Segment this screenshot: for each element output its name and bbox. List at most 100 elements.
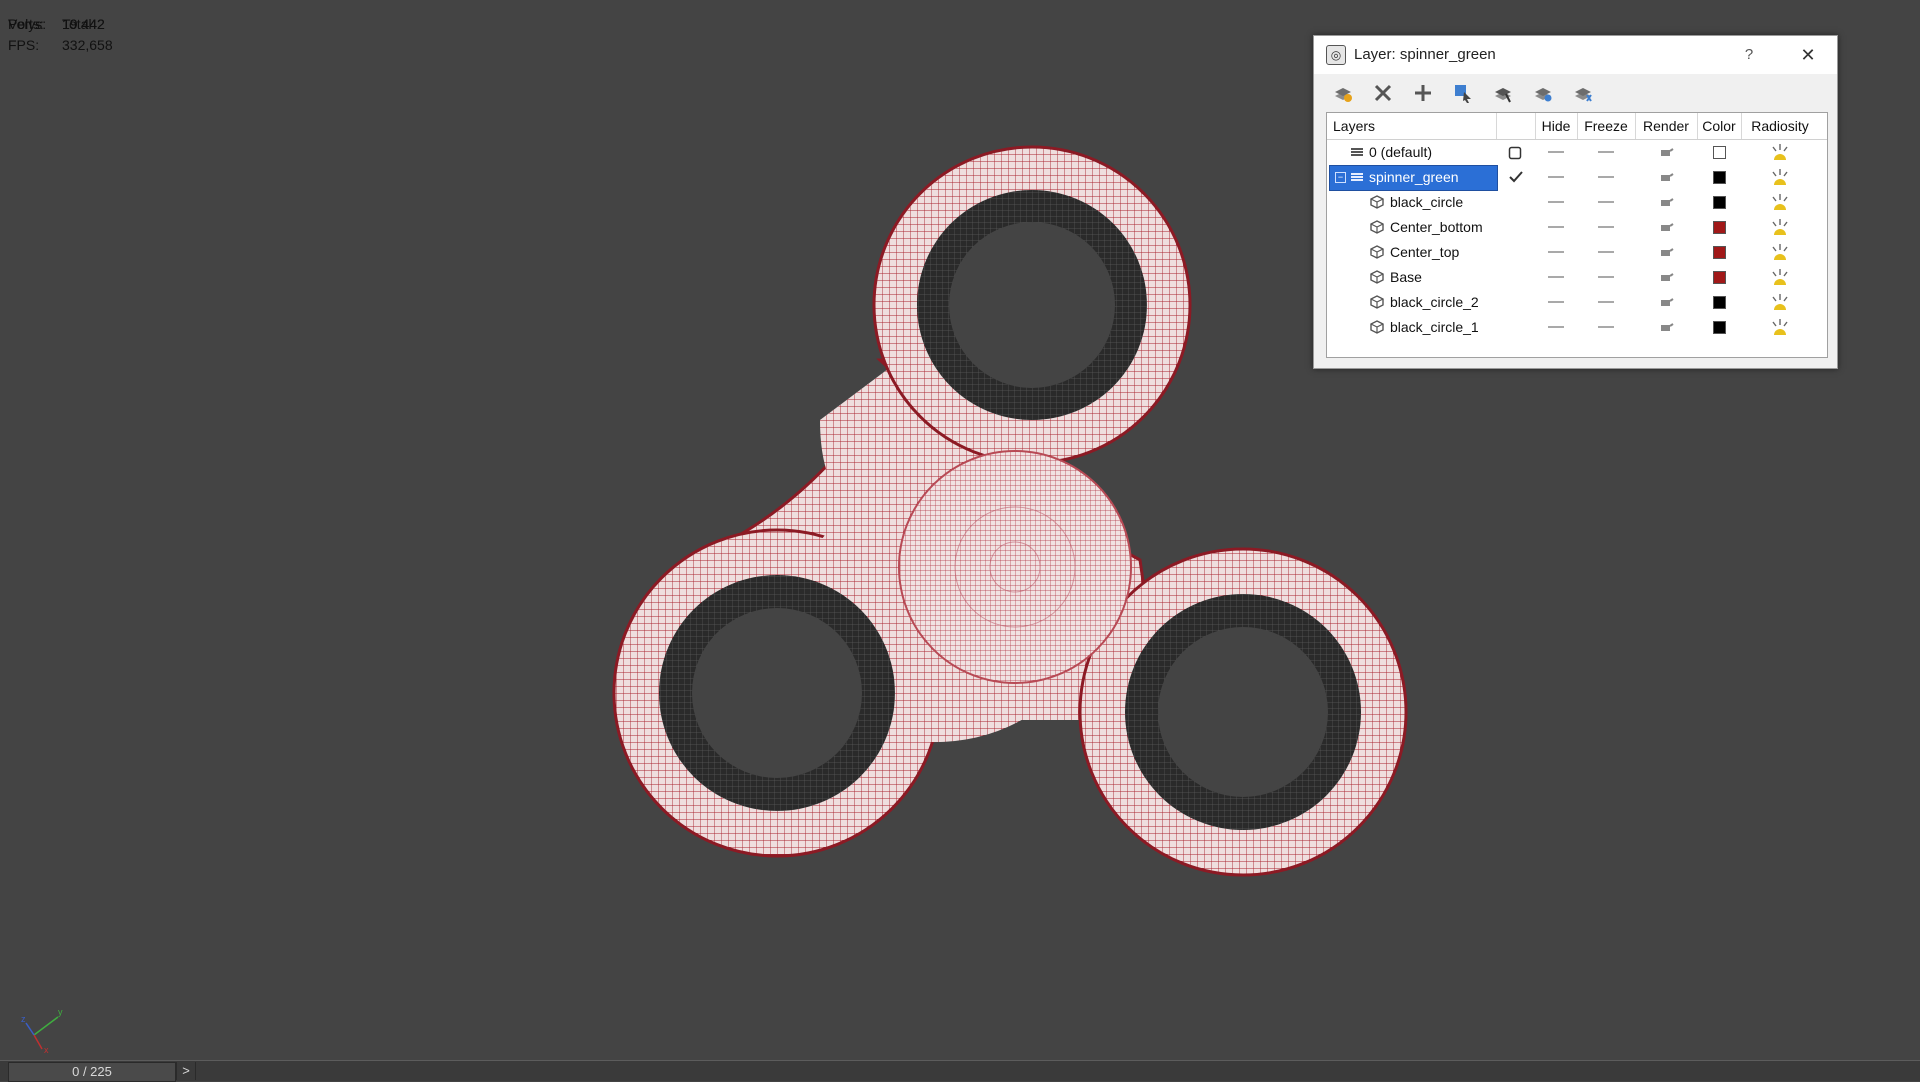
gizmo-z-label: z — [21, 1014, 26, 1024]
radiosity-icon[interactable] — [1769, 142, 1791, 164]
freeze-toggle[interactable] — [1598, 201, 1614, 203]
render-teapot-icon[interactable] — [1658, 271, 1674, 283]
close-button[interactable]: ✕ — [1792, 42, 1824, 68]
render-teapot-icon[interactable] — [1658, 171, 1674, 183]
freeze-toggle[interactable] — [1598, 251, 1614, 253]
stats-fps-label: FPS: — [8, 37, 40, 53]
object-cube-icon — [1370, 245, 1384, 259]
table-row[interactable]: black_circle_1 — [1327, 315, 1827, 340]
dialog-title: Layer: spinner_green — [1354, 46, 1496, 63]
radiosity-icon[interactable] — [1769, 167, 1791, 189]
column-freeze[interactable]: Freeze — [1577, 113, 1636, 139]
render-teapot-icon[interactable] — [1658, 246, 1674, 258]
time-slider-bar: 0 / 225 > — [0, 1060, 1920, 1082]
table-row[interactable]: − spinner_green — [1327, 165, 1827, 191]
object-color-swatch[interactable] — [1713, 321, 1726, 334]
time-next-button[interactable]: > — [176, 1062, 196, 1080]
radiosity-icon[interactable] — [1769, 317, 1791, 339]
freeze-toggle[interactable] — [1598, 176, 1614, 178]
render-teapot-icon[interactable] — [1658, 146, 1674, 158]
layer-dialog: ◎ Layer: spinner_green ? ✕ Layers Hide F… — [1313, 35, 1838, 369]
radiosity-icon[interactable] — [1769, 292, 1791, 314]
freeze-toggle[interactable] — [1598, 276, 1614, 278]
layer-color-swatch[interactable] — [1713, 171, 1726, 184]
table-row[interactable]: black_circle — [1327, 190, 1827, 215]
column-color[interactable]: Color — [1697, 113, 1742, 139]
object-name[interactable]: black_circle_1 — [1390, 315, 1479, 340]
hide-toggle[interactable] — [1548, 226, 1564, 228]
current-layer-check-icon[interactable] — [1508, 170, 1524, 184]
layer-table: Layers Hide Freeze Render Color Radiosit… — [1326, 112, 1828, 358]
hide-toggle[interactable] — [1548, 276, 1564, 278]
object-name[interactable]: Base — [1390, 265, 1422, 290]
object-color-swatch[interactable] — [1713, 271, 1726, 284]
object-color-swatch[interactable] — [1713, 246, 1726, 259]
layer-table-header: Layers Hide Freeze Render Color Radiosit… — [1327, 113, 1827, 140]
layer-toolbar — [1314, 76, 1837, 110]
app-logo-icon: ◎ — [1326, 45, 1346, 65]
render-teapot-icon[interactable] — [1658, 196, 1674, 208]
time-slider[interactable]: 0 / 225 — [8, 1062, 176, 1082]
select-objects-icon[interactable] — [1450, 80, 1476, 106]
object-cube-icon — [1370, 195, 1384, 209]
column-hide[interactable]: Hide — [1535, 113, 1578, 139]
object-name[interactable]: black_circle_2 — [1390, 290, 1479, 315]
freeze-toggle[interactable] — [1598, 151, 1614, 153]
hide-toggle[interactable] — [1548, 176, 1564, 178]
object-name[interactable]: Center_bottom — [1390, 215, 1483, 240]
table-row[interactable]: Center_top — [1327, 240, 1827, 265]
hide-toggle[interactable] — [1548, 201, 1564, 203]
collapse-toggle-icon[interactable]: − — [1335, 172, 1346, 183]
column-layers[interactable]: Layers — [1327, 113, 1497, 139]
table-row[interactable]: Center_bottom — [1327, 215, 1827, 240]
stats-fps-value: 332,658 — [62, 37, 113, 53]
freeze-all-icon[interactable] — [1570, 80, 1596, 106]
layer-icon — [1351, 173, 1363, 181]
object-cube-icon — [1370, 270, 1384, 284]
object-name[interactable]: black_circle — [1390, 190, 1463, 215]
radiosity-icon[interactable] — [1769, 217, 1791, 239]
layer-color-swatch[interactable] — [1713, 146, 1726, 159]
layer-icon — [1351, 148, 1363, 156]
layer-name[interactable]: 0 (default) — [1369, 140, 1432, 165]
help-button[interactable]: ? — [1734, 44, 1764, 66]
render-teapot-icon[interactable] — [1658, 321, 1674, 333]
delete-layer-icon[interactable] — [1370, 80, 1396, 106]
column-current[interactable] — [1497, 113, 1536, 139]
radiosity-icon[interactable] — [1769, 242, 1791, 264]
freeze-toggle[interactable] — [1598, 326, 1614, 328]
add-to-layer-icon[interactable] — [1410, 80, 1436, 106]
highlight-layer-icon[interactable] — [1490, 80, 1516, 106]
axis-gizmo-icon: y z x — [21, 1007, 63, 1055]
create-layer-icon[interactable] — [1330, 80, 1356, 106]
hide-toggle[interactable] — [1548, 251, 1564, 253]
hide-toggle[interactable] — [1548, 326, 1564, 328]
object-color-swatch[interactable] — [1713, 196, 1726, 209]
dialog-titlebar[interactable]: ◎ Layer: spinner_green ? ✕ — [1314, 36, 1837, 74]
object-color-swatch[interactable] — [1713, 296, 1726, 309]
time-prev-arrow[interactable] — [0, 1063, 8, 1079]
current-layer-box-icon[interactable] — [1508, 146, 1522, 160]
table-row[interactable]: Base — [1327, 265, 1827, 290]
radiosity-icon[interactable] — [1769, 267, 1791, 289]
freeze-toggle[interactable] — [1598, 301, 1614, 303]
hide-toggle[interactable] — [1548, 151, 1564, 153]
table-row[interactable]: 0 (default) — [1327, 140, 1827, 165]
object-color-swatch[interactable] — [1713, 221, 1726, 234]
render-teapot-icon[interactable] — [1658, 296, 1674, 308]
gizmo-y-label: y — [58, 1007, 63, 1017]
object-cube-icon — [1370, 320, 1384, 334]
table-row[interactable]: black_circle_2 — [1327, 290, 1827, 315]
freeze-toggle[interactable] — [1598, 226, 1614, 228]
column-render[interactable]: Render — [1635, 113, 1698, 139]
layer-name[interactable]: spinner_green — [1369, 165, 1459, 190]
column-radiosity[interactable]: Radiosity — [1741, 113, 1819, 139]
object-cube-icon — [1370, 295, 1384, 309]
radiosity-icon[interactable] — [1769, 192, 1791, 214]
object-cube-icon — [1370, 220, 1384, 234]
render-teapot-icon[interactable] — [1658, 221, 1674, 233]
object-name[interactable]: Center_top — [1390, 240, 1459, 265]
hide-all-icon[interactable] — [1530, 80, 1556, 106]
hide-toggle[interactable] — [1548, 301, 1564, 303]
gizmo-x-label: x — [44, 1045, 49, 1055]
